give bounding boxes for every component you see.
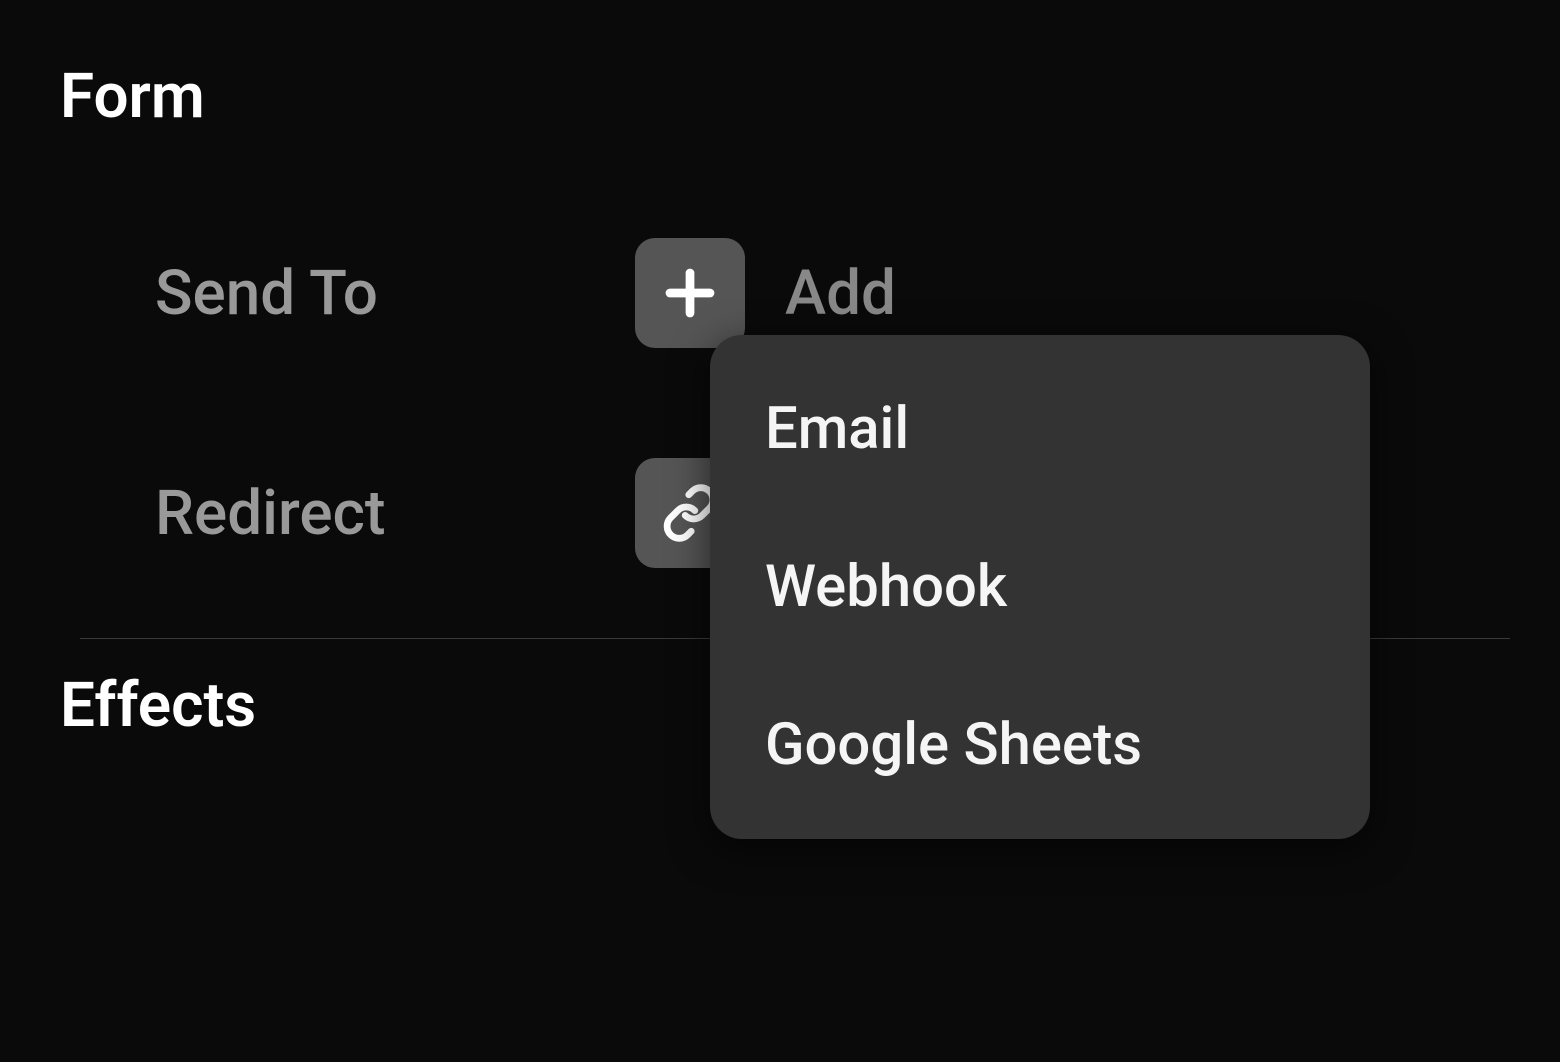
send-to-label: Send To — [155, 257, 635, 330]
send-to-row: Send To Add — [50, 238, 1510, 348]
add-send-to-button[interactable]: Add — [635, 238, 896, 348]
form-section-header: Form — [50, 60, 1510, 133]
dropdown-item-webhook[interactable]: Webhook — [710, 508, 1370, 666]
add-icon-chip — [635, 238, 745, 348]
redirect-label: Redirect — [155, 477, 635, 550]
dropdown-item-google-sheets[interactable]: Google Sheets — [710, 666, 1370, 824]
dropdown-item-email[interactable]: Email — [710, 350, 1370, 508]
add-button-label: Add — [785, 257, 896, 330]
send-to-dropdown: Email Webhook Google Sheets — [710, 335, 1370, 839]
properties-panel: Form Send To Add Redirect Effects — [0, 0, 1560, 1062]
plus-icon — [660, 263, 720, 323]
